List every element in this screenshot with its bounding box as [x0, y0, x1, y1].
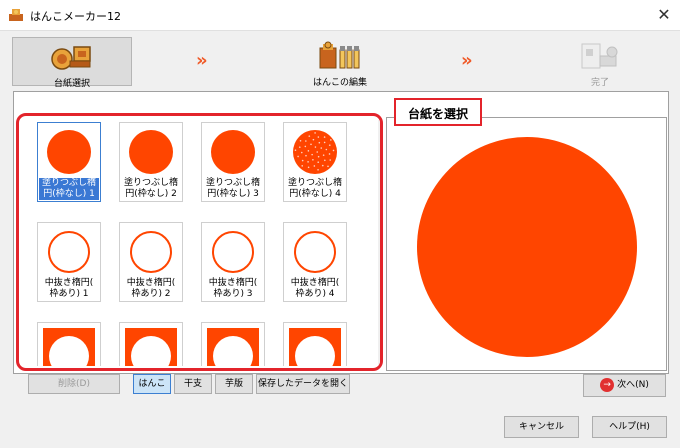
- app-stamp-icon: [9, 9, 23, 21]
- window-title: はんこメーカー12: [30, 10, 121, 23]
- tile-label: 塗りつぶし楕 円(枠なし) 3: [205, 178, 261, 199]
- base-tile[interactable]: 中抜き楕円( 枠あり) 3: [201, 222, 265, 302]
- close-button[interactable]: ✕: [650, 3, 678, 27]
- base-tile[interactable]: [37, 322, 101, 366]
- base-thumbnail: [129, 130, 173, 174]
- base-tile[interactable]: 中抜き楕円( 枠あり) 1: [37, 222, 101, 302]
- delete-button[interactable]: 削除(D): [28, 374, 120, 394]
- base-thumbnail: [212, 231, 254, 273]
- base-thumbnail: [294, 231, 336, 273]
- base-thumbnail: [48, 231, 90, 273]
- step-label: 台紙選択: [53, 79, 90, 89]
- tab-hanko[interactable]: はんこ: [133, 374, 171, 394]
- base-tile[interactable]: 塗りつぶし楕 円(枠なし) 2: [119, 122, 183, 202]
- open-saved-data-button[interactable]: 保存したデータを開く: [256, 374, 350, 394]
- step-stamp-edit: はんこの編集: [280, 37, 400, 88]
- step-arrow-icon: »: [196, 50, 208, 71]
- scroll-thumb[interactable]: [380, 134, 383, 224]
- step-label: はんこの編集: [312, 78, 367, 88]
- tab-imohan[interactable]: 芋版: [215, 374, 253, 394]
- step-label: 完了: [590, 78, 609, 88]
- tile-label: 塗りつぶし楕 円(枠なし) 2: [123, 178, 179, 199]
- base-thumbnail: [211, 130, 255, 174]
- vertical-scrollbar[interactable]: ▲ ▼: [378, 120, 383, 366]
- scroll-up-icon[interactable]: ▲: [378, 120, 380, 132]
- tile-label: 塗りつぶし楕 円(枠なし) 4: [287, 178, 343, 199]
- base-thumbnail: [207, 328, 259, 366]
- preview-stamp-image: [417, 137, 637, 357]
- base-tile[interactable]: 塗りつぶし楕 円(枠なし) 3: [201, 122, 265, 202]
- next-button[interactable]: → 次へ(N): [583, 374, 666, 397]
- tab-kanshi[interactable]: 干支: [174, 374, 212, 394]
- base-thumbnail: [125, 328, 177, 366]
- base-thumbnail: [293, 130, 337, 174]
- base-thumbnail: [289, 328, 341, 366]
- base-tile[interactable]: 塗りつぶし楕 円(枠なし) 4: [283, 122, 347, 202]
- finish-icon: [581, 43, 618, 69]
- base-thumbnail: [130, 231, 172, 273]
- stamp-base-icon: [51, 46, 91, 70]
- title-bar: はんこメーカー12 ✕: [0, 0, 680, 31]
- preview-label: 台紙を選択: [394, 98, 483, 126]
- step-finish: 完了: [550, 37, 650, 88]
- base-tile[interactable]: [283, 322, 347, 366]
- tile-label: 中抜き楕円( 枠あり) 4: [290, 278, 340, 299]
- step-base-select[interactable]: 台紙選択: [12, 37, 132, 89]
- base-tile[interactable]: [119, 322, 183, 366]
- next-button-label: 次へ(N): [617, 380, 649, 390]
- base-thumbnail: [47, 130, 91, 174]
- cancel-button[interactable]: キャンセル: [504, 416, 579, 438]
- base-thumbnail: [43, 328, 95, 366]
- step-arrow-icon: »: [461, 50, 473, 71]
- tile-label: 中抜き楕円( 枠あり) 3: [208, 278, 258, 299]
- base-grid: 塗りつぶし楕 円(枠なし) 1 塗りつぶし楕 円(枠なし) 2 塗りつぶし楕 円(枠…: [33, 120, 363, 366]
- scroll-down-icon[interactable]: ▼: [378, 354, 380, 366]
- tile-label: 中抜き楕円( 枠あり) 1: [44, 278, 94, 299]
- base-tile[interactable]: 中抜き楕円( 枠あり) 4: [283, 222, 347, 302]
- tile-label: 中抜き楕円( 枠あり) 2: [126, 278, 176, 299]
- base-tile[interactable]: 塗りつぶし楕 円(枠なし) 1: [37, 122, 101, 202]
- tile-label: 塗りつぶし楕 円(枠なし) 1: [39, 178, 99, 200]
- base-tile[interactable]: 中抜き楕円( 枠あり) 2: [119, 222, 183, 302]
- stamp-edit-icon: [319, 41, 360, 69]
- base-list: 塗りつぶし楕 円(枠なし) 1 塗りつぶし楕 円(枠なし) 2 塗りつぶし楕 円(枠…: [16, 113, 383, 371]
- help-button[interactable]: ヘルプ(H): [592, 416, 667, 438]
- arrow-right-icon: →: [600, 377, 615, 392]
- base-tile[interactable]: [201, 322, 265, 366]
